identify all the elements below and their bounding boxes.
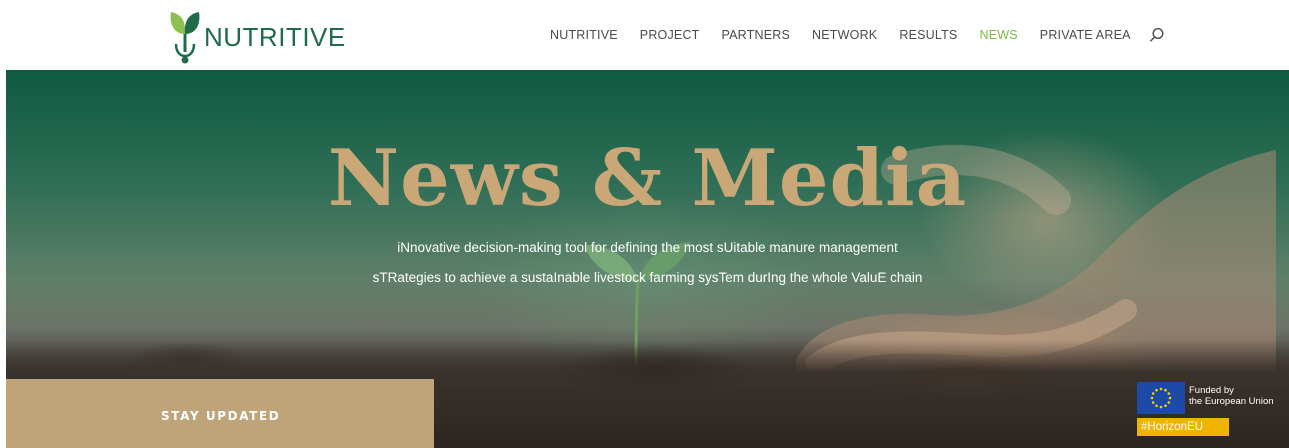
nav-item-project[interactable]: PROJECT (640, 28, 700, 42)
hero-subtitle-line2: sTRategies to achieve a sustaInable live… (372, 270, 923, 285)
eu-flag-icon (1137, 382, 1185, 414)
eu-funding-line1: Funded by (1189, 385, 1234, 396)
nav-item-private-area[interactable]: PRIVATE AREA (1040, 28, 1131, 42)
eu-funding-line2: the European Union (1189, 396, 1274, 407)
stay-updated-box: STAY UPDATED (6, 379, 434, 448)
main-nav: NUTRITIVE PROJECT PARTNERS NETWORK RESUL… (550, 0, 1165, 70)
hero-banner: News & Media iNnovative decision-making … (6, 70, 1289, 448)
nav-item-news[interactable]: NEWS (979, 28, 1017, 42)
leaf-logo-icon (170, 12, 200, 64)
nav-item-network[interactable]: NETWORK (812, 28, 877, 42)
nav-item-results[interactable]: RESULTS (899, 28, 957, 42)
logo-text: NUTRITIVE (204, 21, 346, 52)
eu-funding-badge: Funded by the European Union #HorizonEU (1137, 382, 1289, 440)
hero-subtitle-line1: iNnovative decision-making tool for defi… (397, 240, 898, 255)
eu-funding-text: Funded by the European Union (1189, 385, 1274, 407)
search-icon[interactable] (1149, 27, 1165, 43)
horizon-eu-tag: #HorizonEU (1137, 418, 1229, 436)
page-title: News & Media (327, 133, 968, 224)
nav-item-partners[interactable]: PARTNERS (722, 28, 791, 42)
stay-updated-heading: STAY UPDATED (161, 409, 281, 423)
site-header: NUTRITIVE NUTRITIVE PROJECT PARTNERS NET… (0, 0, 1289, 70)
nav-item-nutritive[interactable]: NUTRITIVE (550, 28, 618, 42)
site-logo[interactable]: NUTRITIVE (168, 6, 346, 66)
